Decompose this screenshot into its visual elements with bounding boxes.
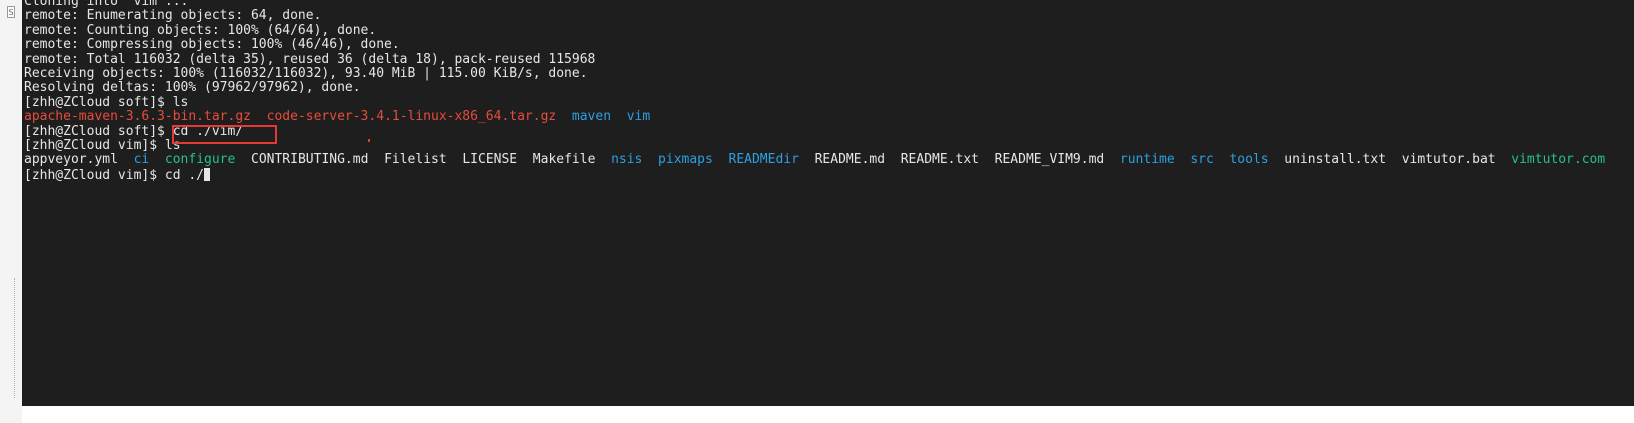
- terminal-entry-blue: ci: [133, 152, 150, 168]
- terminal-entry-green: vimtutor.com: [1511, 152, 1606, 168]
- terminal-text: README_VIM9.md: [994, 152, 1105, 168]
- terminal-text: README.txt: [900, 152, 979, 168]
- terminal-entry-blue: READMEdir: [728, 152, 799, 168]
- terminal-line: remote: Enumerating objects: 64, done.: [24, 9, 1605, 23]
- terminal-entry-green: configure: [164, 152, 236, 168]
- terminal-text: appveyor.yml: [24, 152, 118, 168]
- terminal-text: vimtutor.bat: [1401, 152, 1496, 168]
- terminal-text: uninstall.txt: [1284, 152, 1387, 168]
- terminal-text: Receiving objects: 100% (116032/116032),…: [24, 65, 588, 81]
- window-marker-icon: S: [7, 6, 15, 18]
- terminal-line: [zhh@ZCloud soft]$ ls: [24, 94, 1605, 110]
- terminal-entry-red: code-server-3.4.1-linux-x86_64.tar.gz: [266, 109, 557, 125]
- terminal-window[interactable]: Cloning into 'vim'... remote: Enumerating…: [22, 0, 1634, 406]
- terminal-text: remote: Counting objects: 100% (64/64), …: [24, 22, 377, 38]
- terminal-text: Filelist: [384, 152, 447, 168]
- terminal-entry-blue: runtime: [1119, 152, 1175, 168]
- terminal-text: README.md: [814, 152, 886, 168]
- terminal-line: [zhh@ZCloud vim]$ ls: [24, 137, 1605, 153]
- terminal-entry-blue: maven: [571, 109, 612, 125]
- left-gutter: S: [0, 0, 23, 423]
- terminal-text: [zhh@ZCloud soft]$ ls: [24, 94, 189, 110]
- terminal-text: [zhh@ZCloud soft]$ cd ./vim/: [24, 123, 244, 139]
- terminal-entry-blue: nsis: [611, 152, 643, 168]
- terminal-text: Makefile: [532, 152, 596, 168]
- terminal-entry-red: apache-maven-3.6.3-bin.tar.gz: [24, 109, 251, 125]
- gutter-divider: [14, 278, 15, 398]
- terminal-entry-blue: pixmaps: [658, 152, 713, 168]
- terminal-line: apache-maven-3.6.3-bin.tar.gz code-serve…: [24, 109, 1605, 125]
- terminal-entry-blue: src: [1190, 152, 1214, 168]
- terminal-text: CONTRIBUTING.md: [251, 152, 369, 168]
- terminal-text: LICENSE: [462, 152, 518, 168]
- terminal-line: remote: Total 116032 (delta 35), reused …: [24, 51, 1605, 67]
- terminal-entry-blue: tools: [1229, 152, 1269, 168]
- terminal-text: Resolving deltas: 100% (97962/97962), do…: [24, 80, 361, 96]
- terminal-text: remote: Total 116032 (delta 35), reused …: [24, 51, 596, 67]
- terminal-text: [zhh@ZCloud vim]$ cd ./: [24, 167, 205, 183]
- bottom-strip: [22, 406, 1634, 423]
- terminal-line: appveyor.yml ci configure CONTRIBUTING.m…: [24, 153, 1605, 167]
- annotation-dot: [368, 139, 370, 142]
- terminal-output: Cloning into 'vim'... remote: Enumerating…: [24, 0, 1605, 182]
- terminal-line: remote: Compressing objects: 100% (46/46…: [24, 37, 1605, 53]
- terminal-line: Resolving deltas: 100% (97962/97962), do…: [24, 81, 1605, 95]
- terminal-entry-blue: vim: [626, 109, 651, 125]
- terminal-cursor: [204, 167, 211, 181]
- terminal-line: Receiving objects: 100% (116032/116032),…: [24, 65, 1605, 81]
- terminal-text: remote: Compressing objects: 100% (46/46…: [24, 37, 400, 53]
- terminal-text: remote: Enumerating objects: 64, done.: [24, 8, 322, 24]
- terminal-text: [zhh@ZCloud vim]$ ls: [24, 137, 181, 153]
- terminal-line: [zhh@ZCloud soft]$ cd ./vim/: [24, 123, 1605, 139]
- terminal-line: remote: Counting objects: 100% (64/64), …: [24, 22, 1605, 38]
- terminal-line: [zhh@ZCloud vim]$ cd ./: [24, 167, 1605, 183]
